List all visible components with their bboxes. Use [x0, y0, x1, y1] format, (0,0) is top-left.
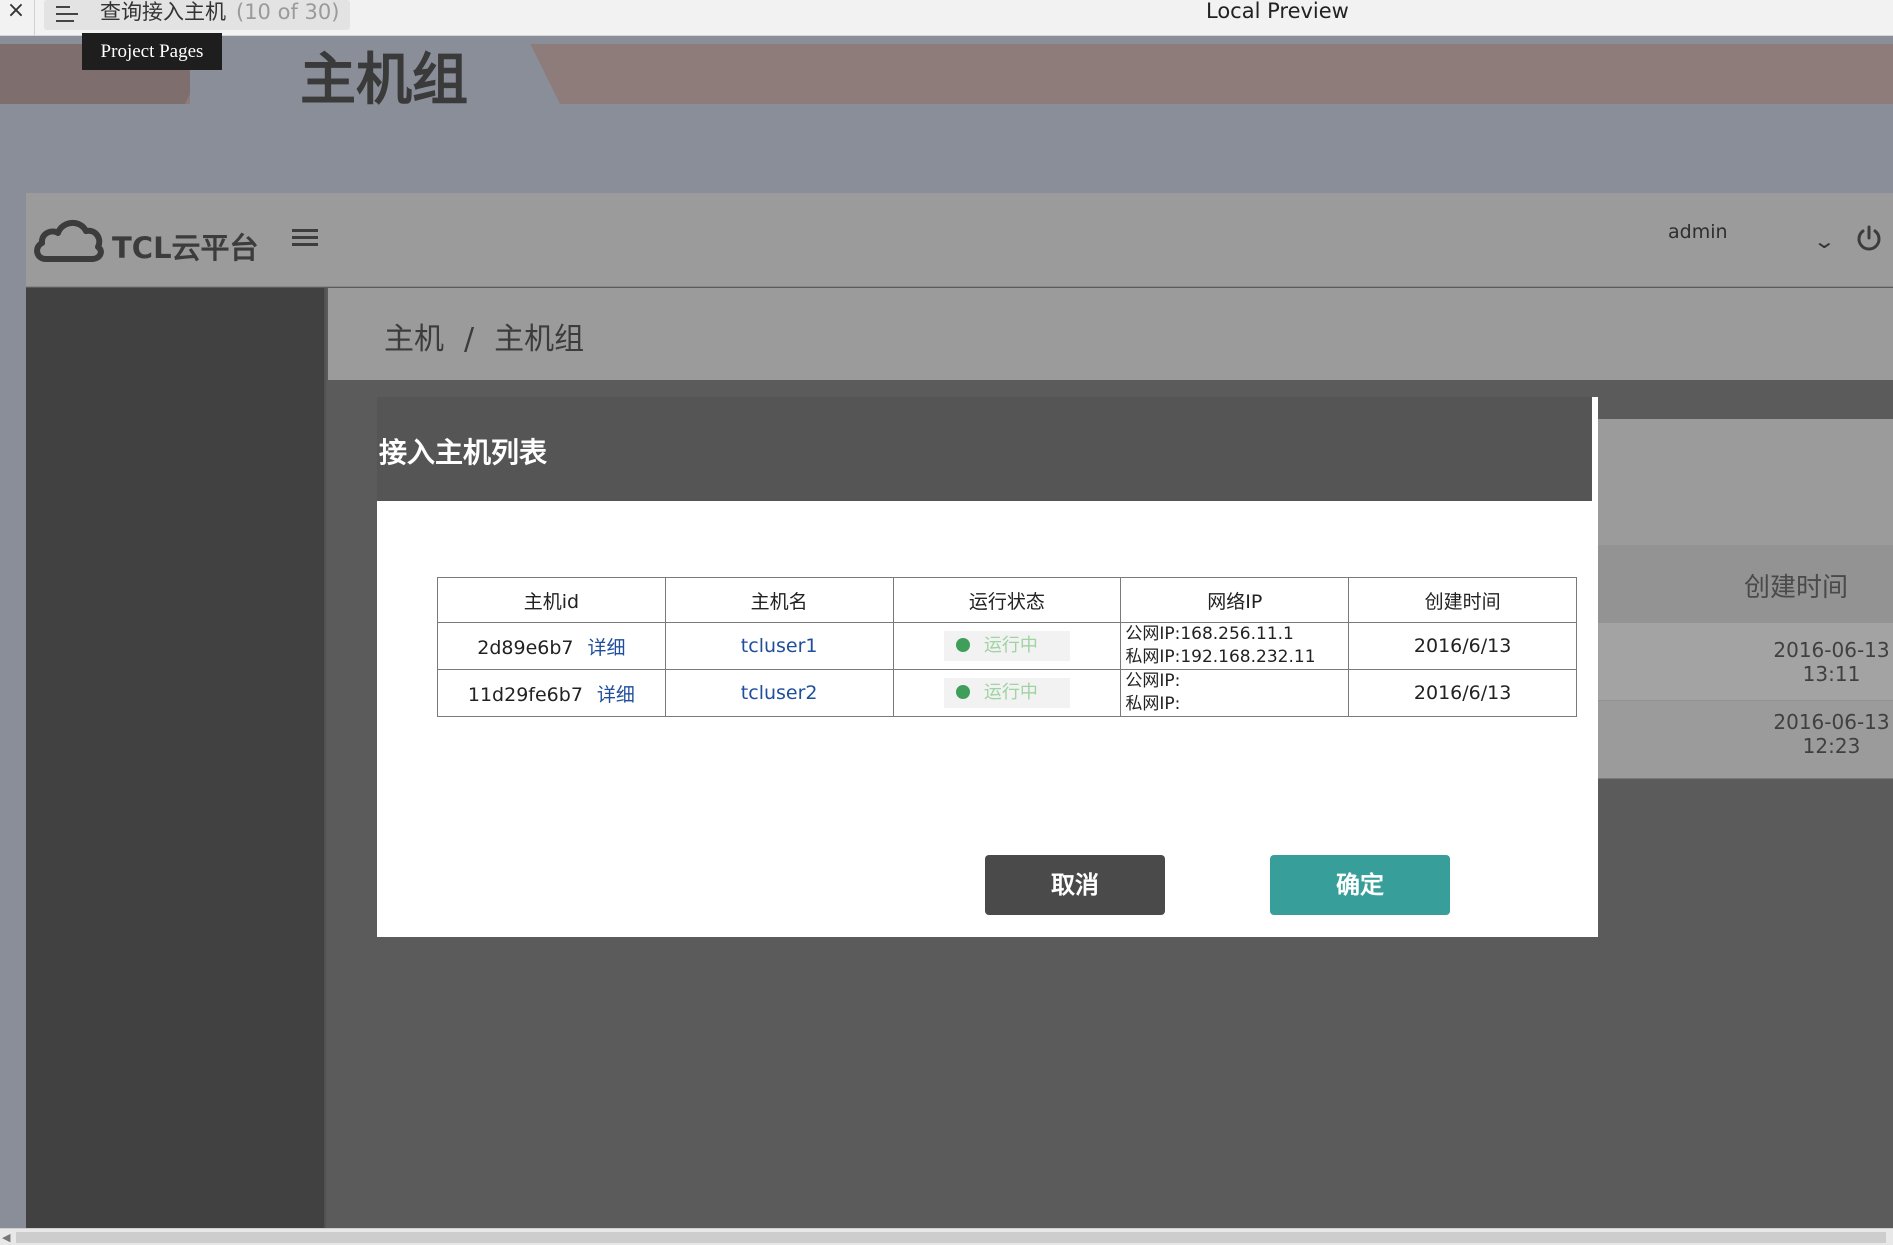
column-header-created: 创建时间	[1348, 577, 1577, 623]
project-pages-tooltip: Project Pages	[82, 33, 222, 70]
created-time: 12:23	[1802, 734, 1861, 758]
status-dot-icon	[955, 638, 970, 652]
menu-icon[interactable]	[56, 6, 78, 22]
ip-cell: 公网IP: 私网IP:	[1120, 669, 1350, 717]
host-list-modal: 接入主机列表 主机id 主机名 运行状态 网络IP 创建时间 2d89e6b7 详…	[377, 397, 1598, 937]
private-ip: 私网IP:	[1125, 694, 1181, 714]
breadcrumb-bar: 主机 / 主机组	[328, 288, 1893, 380]
column-header-status: 运行状态	[892, 577, 1122, 623]
created-cell: 2016/6/13	[1348, 669, 1577, 717]
public-ip: 公网IP:	[1125, 671, 1181, 691]
column-header-name: 主机名	[664, 577, 894, 623]
viewer-page-title: 查询接入主机 (10 of 30)	[100, 0, 339, 24]
table-row: 11d29fe6b7 详细 tcluser2 运行中 公网IP: 私网IP: 201…	[437, 669, 1577, 717]
column-header-id: 主机id	[437, 577, 666, 623]
detail-link[interactable]: 详细	[588, 637, 626, 659]
breadcrumb: 主机 / 主机组	[384, 314, 584, 358]
created-date: 2016-06-13	[1773, 638, 1890, 662]
private-ip: 私网IP:192.168.232.11	[1125, 647, 1316, 667]
host-name-link[interactable]: tcluser1	[741, 635, 818, 657]
logo[interactable]: TCL云平台	[32, 213, 272, 269]
page-heading: 主机组	[300, 48, 468, 113]
app-header: TCL云平台 admin ⌄	[26, 193, 1893, 287]
cloud-icon	[34, 220, 104, 262]
chevron-down-icon[interactable]: ⌄	[1813, 229, 1836, 253]
host-name-link[interactable]: tcluser2	[741, 682, 818, 704]
host-id-cell: 11d29fe6b7 详细	[437, 669, 666, 717]
modal-header: 接入主机列表	[377, 397, 1592, 501]
column-header-ip: 网络IP	[1120, 577, 1350, 623]
confirm-button[interactable]: 确定	[1270, 855, 1450, 915]
status-cell: 运行中	[892, 622, 1122, 670]
created-time: 13:11	[1802, 662, 1861, 686]
status-text: 运行中	[983, 682, 1038, 703]
user-name[interactable]: admin	[1668, 221, 1728, 243]
host-id: 2d89e6b7	[477, 636, 574, 659]
power-icon[interactable]	[1854, 223, 1884, 253]
host-table: 主机id 主机名 运行状态 网络IP 创建时间 2d89e6b7 详细 tclus…	[437, 577, 1577, 717]
local-preview-label: Local Preview	[1206, 0, 1349, 23]
page-selector[interactable]: 查询接入主机 (10 of 30)	[44, 0, 350, 30]
page-name: 查询接入主机	[100, 0, 226, 24]
host-id-cell: 2d89e6b7 详细	[437, 622, 666, 670]
host-name-cell: tcluser2	[664, 669, 894, 717]
host-id: 11d29fe6b7	[467, 683, 583, 706]
sidebar	[26, 288, 326, 1228]
close-icon[interactable]: ×	[4, 0, 28, 24]
detail-link[interactable]: 详细	[597, 684, 635, 706]
host-group-table: 创建时间 2016-06-13 13:11 2016-06-13 12:23	[1590, 419, 1893, 779]
logo-text: TCL云平台	[112, 231, 259, 265]
created-date: 2016-06-13	[1773, 710, 1890, 734]
table-header-row: 主机id 主机名 运行状态 网络IP 创建时间	[437, 577, 1577, 623]
modal-title: 接入主机列表	[379, 436, 548, 469]
status-badge: 运行中	[943, 678, 1070, 708]
breadcrumb-parent[interactable]: 主机	[384, 322, 444, 357]
ip-cell: 公网IP:168.256.11.1 私网IP:192.168.232.11	[1120, 622, 1350, 670]
column-header-created: 创建时间	[1744, 573, 1849, 603]
table-row[interactable]: 2016-06-13 12:23	[1590, 701, 1893, 779]
cancel-button[interactable]: 取消	[985, 855, 1165, 915]
page-count: (10 of 30)	[236, 0, 340, 24]
hamburger-menu-icon[interactable]	[292, 229, 318, 249]
breadcrumb-current: 主机组	[494, 322, 585, 357]
table-row: 2d89e6b7 详细 tcluser1 运行中 公网IP:168.256.11.…	[437, 622, 1577, 670]
toolbar-divider	[34, 0, 35, 36]
public-ip: 公网IP:168.256.11.1	[1125, 624, 1294, 644]
viewer-toolbar: × 查询接入主机 (10 of 30) Local Preview	[0, 0, 1893, 36]
scrollbar-thumb[interactable]	[16, 1232, 1886, 1243]
breadcrumb-separator: /	[464, 322, 475, 357]
status-cell: 运行中	[892, 669, 1122, 717]
scroll-left-icon[interactable]: ◀	[2, 1231, 10, 1244]
created-cell: 2016/6/13	[1348, 622, 1577, 670]
status-dot-icon	[955, 685, 970, 699]
table-header: 创建时间	[1590, 545, 1893, 623]
status-badge: 运行中	[943, 631, 1070, 661]
host-name-cell: tcluser1	[664, 622, 894, 670]
status-text: 运行中	[983, 635, 1038, 656]
table-row[interactable]: 2016-06-13 13:11	[1590, 623, 1893, 701]
horizontal-scrollbar[interactable]: ◀	[0, 1228, 1893, 1245]
